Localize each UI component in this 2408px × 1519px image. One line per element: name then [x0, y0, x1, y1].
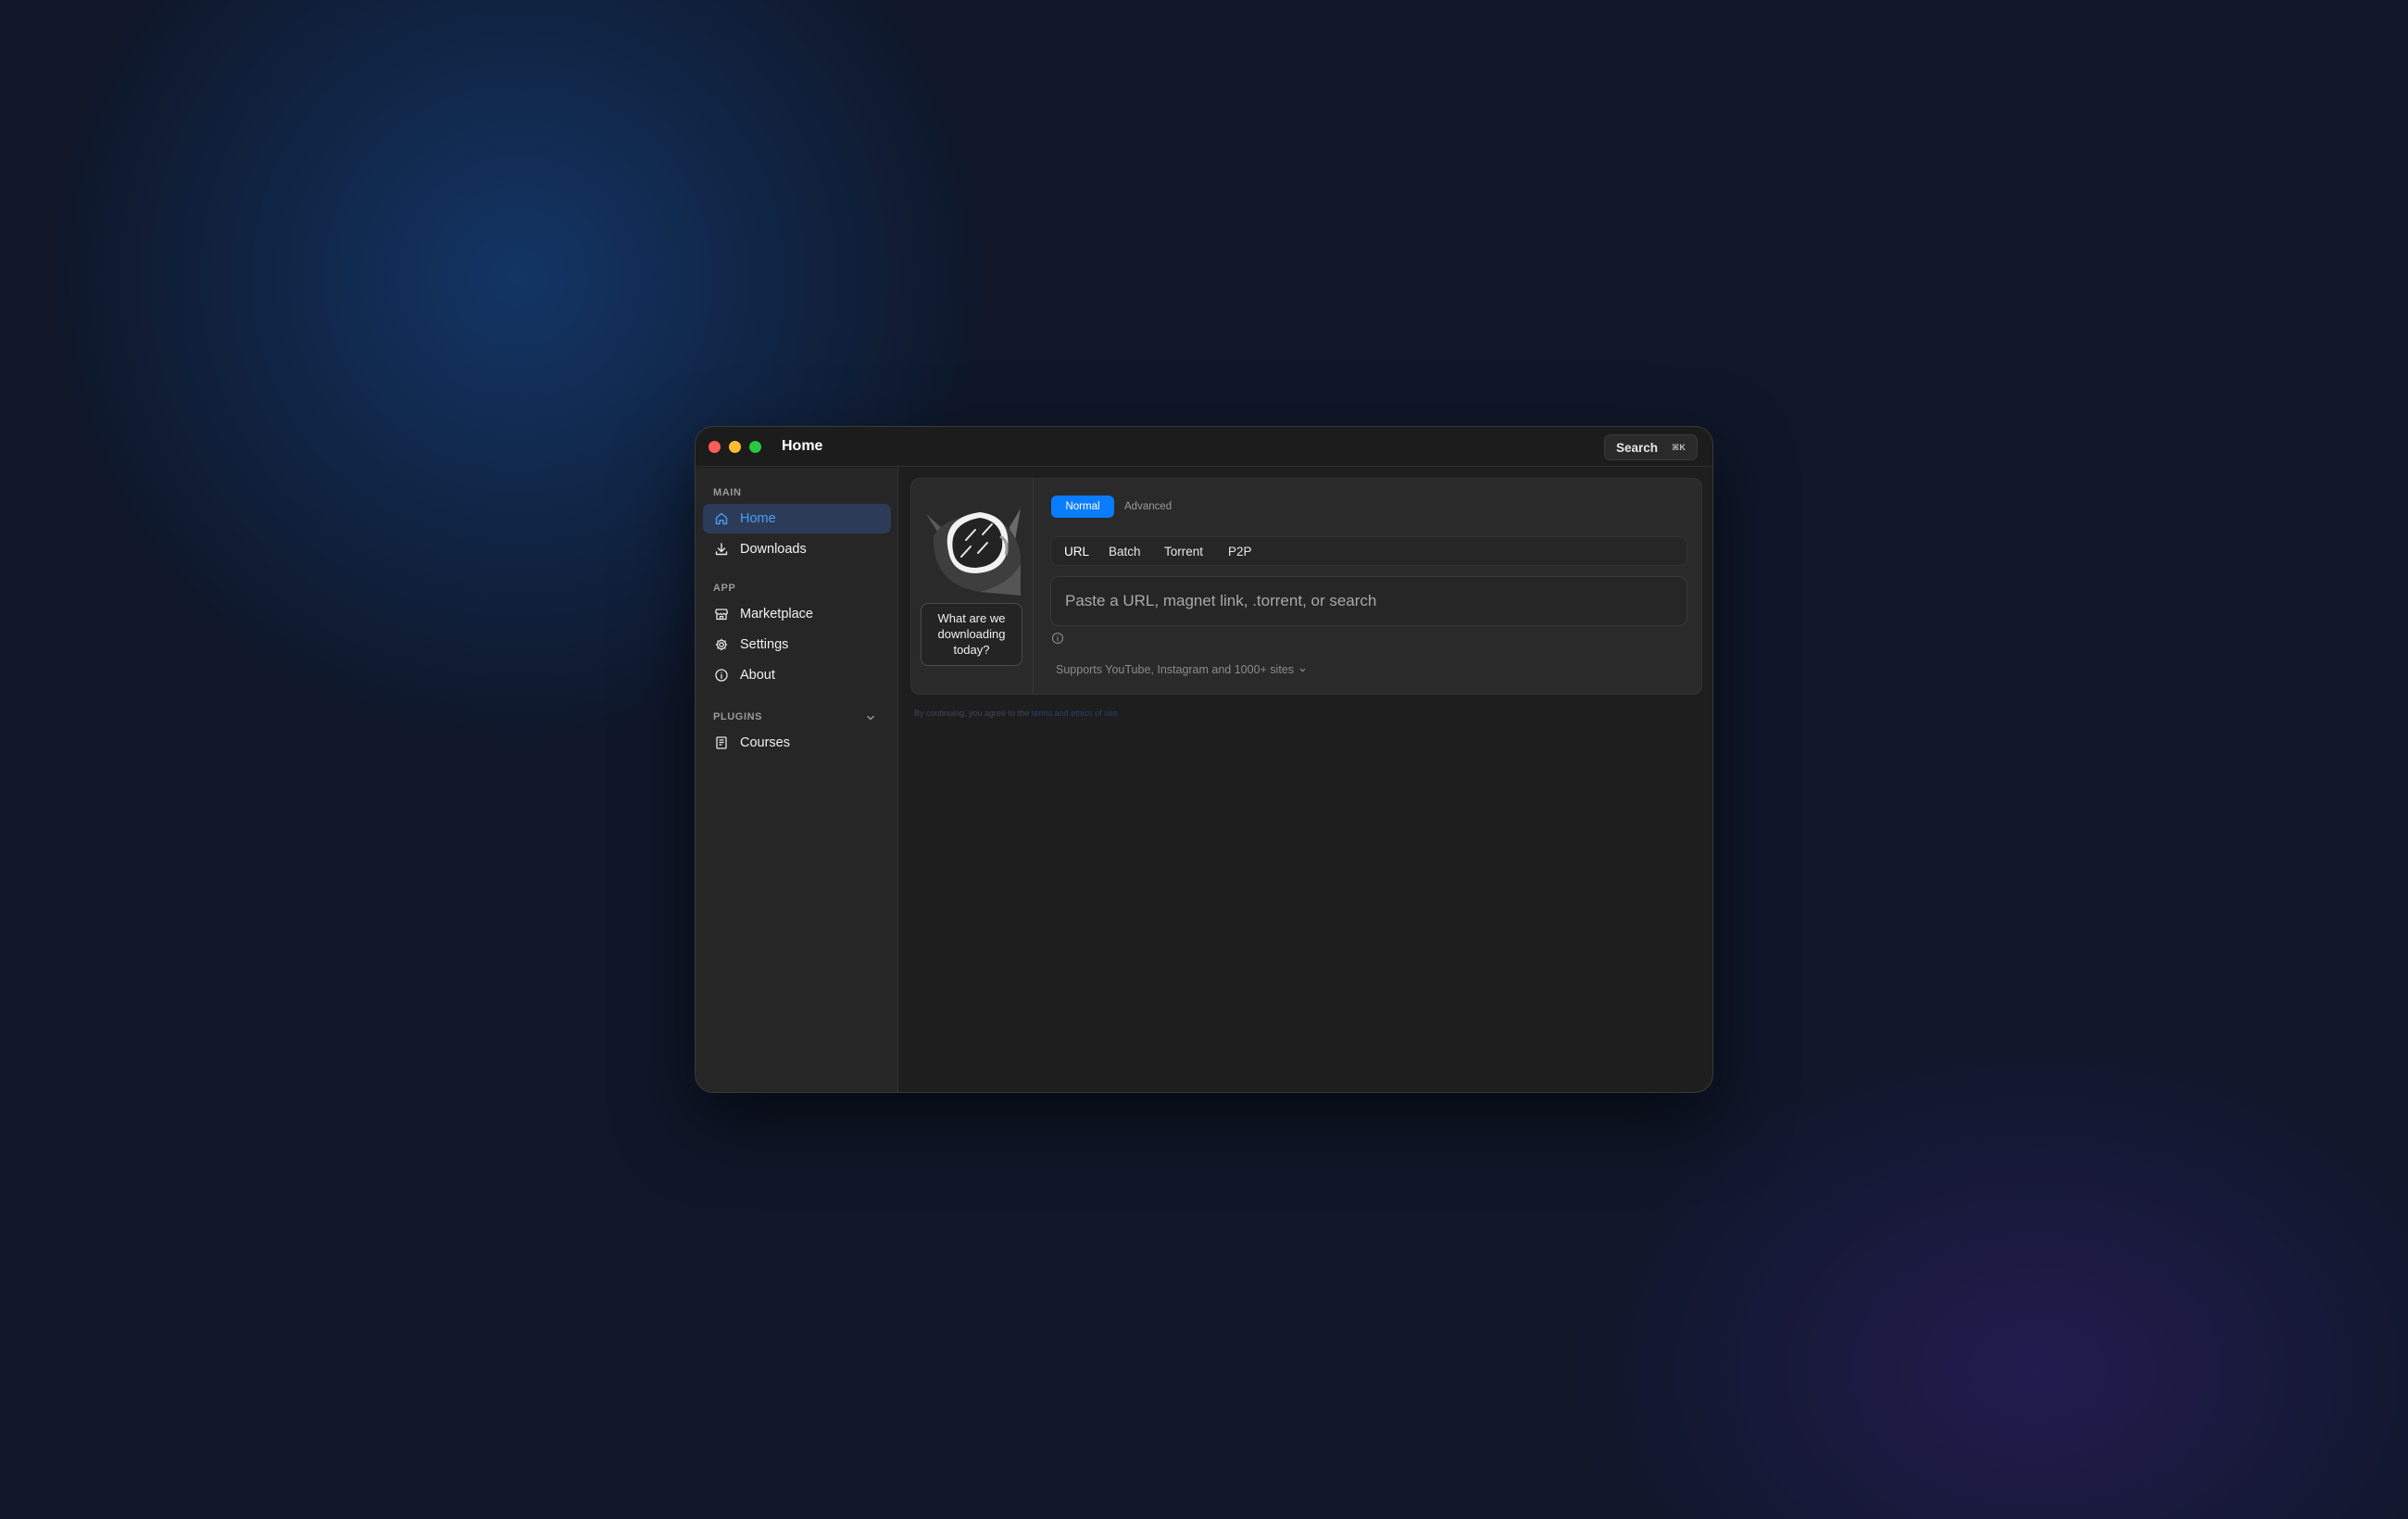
tab-torrent[interactable]: Torrent: [1164, 537, 1203, 565]
maximize-window-button[interactable]: [749, 441, 761, 453]
sidebar-item-label: Marketplace: [740, 607, 813, 621]
tab-url[interactable]: URL: [1064, 537, 1089, 565]
sidebar-item-about[interactable]: About: [703, 660, 891, 690]
terms-prefix: By continuing, you agree to the: [914, 709, 1030, 718]
mode-advanced-button[interactable]: Advanced: [1124, 496, 1172, 518]
source-tabs: URL Batch Torrent P2P: [1050, 536, 1687, 566]
sidebar-item-label: Settings: [740, 637, 789, 652]
sidebar-item-home[interactable]: Home: [703, 504, 891, 534]
chevron-down-icon: [1299, 668, 1306, 672]
mascot-panel: What are we downloading today?: [911, 479, 1034, 694]
close-window-button[interactable]: [709, 441, 721, 453]
title-bar: Home Search ⌘K: [696, 427, 1712, 467]
sidebar-item-label: About: [740, 668, 775, 683]
search-label: Search: [1616, 440, 1659, 455]
sidebar-item-downloads[interactable]: Downloads: [703, 534, 891, 564]
sidebar-item-label: Downloads: [740, 542, 807, 557]
prompt-bubble: What are we downloading today?: [921, 603, 1022, 666]
section-label-main: MAIN: [713, 487, 742, 498]
search-shortcut: ⌘K: [1672, 442, 1686, 452]
sidebar: MAIN Home Downloads APP Marketplace Sett: [696, 468, 898, 1092]
sidebar-item-marketplace[interactable]: Marketplace: [703, 599, 891, 629]
supported-sites-text: Supports YouTube, Instagram and 1000+ si…: [1056, 663, 1295, 676]
info-icon: [714, 668, 729, 683]
terms-link[interactable]: terms and ethics of use: [1032, 709, 1118, 718]
book-icon: [714, 735, 729, 750]
info-icon[interactable]: [1051, 632, 1064, 645]
terms-notice: By continuing, you agree to the terms an…: [914, 709, 1118, 718]
tab-p2p[interactable]: P2P: [1228, 537, 1252, 565]
gear-icon: [714, 637, 729, 652]
section-label-app: APP: [713, 583, 736, 594]
download-icon: [714, 542, 729, 557]
url-input[interactable]: [1050, 576, 1687, 626]
download-card: What are we downloading today? Normal Ad…: [910, 478, 1702, 695]
tab-batch[interactable]: Batch: [1109, 537, 1141, 565]
app-window: Home Search ⌘K MAIN Home Downloads APP M…: [695, 426, 1713, 1093]
sidebar-item-courses[interactable]: Courses: [703, 728, 891, 758]
home-icon: [714, 511, 729, 526]
window-title: Home: [782, 438, 823, 454]
section-label-plugins: PLUGINS: [713, 711, 763, 722]
mascot-image: [926, 508, 1021, 596]
supported-sites-toggle[interactable]: Supports YouTube, Instagram and 1000+ si…: [1056, 663, 1307, 676]
chevron-down-icon[interactable]: [865, 711, 876, 722]
minimize-window-button[interactable]: [729, 441, 741, 453]
mode-normal-button[interactable]: Normal: [1051, 496, 1114, 518]
store-icon: [714, 607, 729, 621]
sidebar-item-label: Courses: [740, 735, 790, 750]
sidebar-item-settings[interactable]: Settings: [703, 630, 891, 659]
sidebar-item-label: Home: [740, 511, 776, 526]
search-button[interactable]: Search ⌘K: [1604, 434, 1698, 460]
